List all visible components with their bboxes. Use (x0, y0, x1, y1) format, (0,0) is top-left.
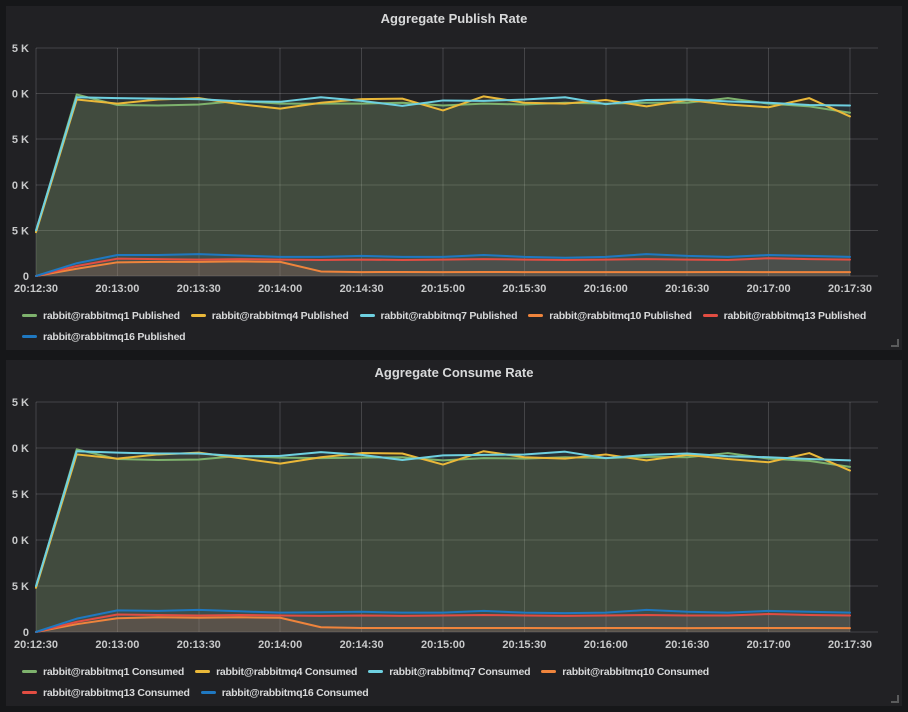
x-axis-tick-label: 20:13:00 (95, 283, 139, 295)
legend-label: rabbit@rabbitmq7 Published (381, 310, 518, 322)
legend-item[interactable]: rabbit@rabbitmq7 Published (360, 305, 518, 326)
y-axis-tick-label: 15 K (12, 134, 29, 146)
x-axis-tick-label: 20:17:30 (828, 283, 872, 295)
x-axis-tick-label: 20:15:00 (421, 639, 465, 651)
y-axis-tick-label: 25 K (12, 43, 29, 55)
series-fills (36, 95, 850, 276)
legend-item[interactable]: rabbit@rabbitmq4 Published (191, 305, 349, 326)
chart-legend: rabbit@rabbitmq1 Consumed rabbit@rabbitmq… (6, 660, 902, 703)
legend-label: rabbit@rabbitmq4 Consumed (216, 666, 357, 678)
grafana-dashboard: { "appearance": { "page_bg": "#161719", … (0, 0, 908, 712)
x-axis-tick-label: 20:14:30 (340, 639, 384, 651)
chart-area: 0 5 K 10 K 15 K 20 K 25 K 20:12:30 20:13:00 20:1… (12, 32, 896, 304)
x-axis-tick-label: 20:17:00 (747, 639, 791, 651)
series-color-swatch (22, 314, 37, 317)
panel-resize-handle-icon[interactable] (891, 339, 899, 347)
series-color-swatch (368, 670, 383, 673)
x-axis-tick-label: 20:13:30 (177, 639, 221, 651)
x-axis-tick-label: 20:16:00 (584, 639, 628, 651)
y-axis-tick-label: 20 K (12, 89, 29, 101)
x-axis-tick-label: 20:17:00 (747, 283, 791, 295)
series-color-swatch (191, 314, 206, 317)
legend-label: rabbit@rabbitmq1 Published (43, 310, 180, 322)
x-axis-tick-label: 20:12:30 (14, 283, 58, 295)
x-axis-tick-label: 20:13:00 (95, 639, 139, 651)
series-color-swatch (22, 691, 37, 694)
legend-label: rabbit@rabbitmq1 Consumed (43, 666, 184, 678)
series-color-swatch (22, 670, 37, 673)
series-color-swatch (360, 314, 375, 317)
series-color-swatch (703, 314, 718, 317)
x-axis-tick-label: 20:13:30 (177, 283, 221, 295)
x-axis-tick-label: 20:15:30 (502, 639, 546, 651)
series-fill (36, 451, 850, 632)
legend-label: rabbit@rabbitmq10 Published (549, 310, 691, 322)
series-color-swatch (528, 314, 543, 317)
y-axis-tick-label: 10 K (12, 535, 29, 547)
legend-label: rabbit@rabbitmq10 Consumed (562, 666, 709, 678)
time-series-chart[interactable]: 0 5 K 10 K 15 K 20 K 25 K 20:12:30 20:13:00 20:1… (12, 32, 896, 304)
x-axis-tick-label: 20:12:30 (14, 639, 58, 651)
legend-item[interactable]: rabbit@rabbitmq10 Published (528, 305, 691, 326)
panel-aggregate-publish-rate: Aggregate Publish Rate 0 5 K 10 K 15 K 20 K 2… (6, 6, 902, 350)
legend-item[interactable]: rabbit@rabbitmq16 Published (22, 326, 185, 347)
legend-item[interactable]: rabbit@rabbitmq1 Published (22, 305, 180, 326)
series-color-swatch (22, 335, 37, 338)
panel-aggregate-consume-rate: Aggregate Consume Rate 0 5 K 10 K 15 K 20 K 2… (6, 360, 902, 706)
legend-label: rabbit@rabbitmq16 Consumed (222, 687, 369, 699)
y-axis-tick-label: 25 K (12, 397, 29, 409)
panel-title[interactable]: Aggregate Publish Rate (6, 6, 902, 32)
x-axis-tick-label: 20:16:00 (584, 283, 628, 295)
legend-label: rabbit@rabbitmq13 Consumed (43, 687, 190, 699)
legend-item[interactable]: rabbit@rabbitmq4 Consumed (195, 661, 357, 682)
x-axis-tick-label: 20:15:30 (502, 283, 546, 295)
legend-label: rabbit@rabbitmq16 Published (43, 331, 185, 343)
legend-item[interactable]: rabbit@rabbitmq10 Consumed (541, 661, 709, 682)
legend-item[interactable]: rabbit@rabbitmq7 Consumed (368, 661, 530, 682)
panel-title[interactable]: Aggregate Consume Rate (6, 360, 902, 386)
y-axis-tick-label: 0 (23, 627, 29, 639)
y-axis-tick-label: 15 K (12, 489, 29, 501)
x-axis-tick-label: 20:16:30 (665, 283, 709, 295)
series-fill (36, 97, 850, 276)
x-axis-tick-label: 20:14:30 (340, 283, 384, 295)
y-axis-tick-label: 20 K (12, 443, 29, 455)
legend-item[interactable]: rabbit@rabbitmq13 Published (703, 305, 866, 326)
panel-resize-handle-icon[interactable] (891, 695, 899, 703)
y-axis-tick-label: 10 K (12, 180, 29, 192)
legend-label: rabbit@rabbitmq4 Published (212, 310, 349, 322)
x-axis-tick-label: 20:17:30 (828, 639, 872, 651)
series-color-swatch (201, 691, 216, 694)
legend-item[interactable]: rabbit@rabbitmq1 Consumed (22, 661, 184, 682)
series-color-swatch (541, 670, 556, 673)
series-fills (36, 449, 850, 632)
y-axis-tick-label: 5 K (12, 225, 29, 237)
x-axis-tick-label: 20:14:00 (258, 639, 302, 651)
y-axis-tick-label: 5 K (12, 581, 29, 593)
legend-label: rabbit@rabbitmq13 Published (724, 310, 866, 322)
legend-item[interactable]: rabbit@rabbitmq13 Consumed (22, 682, 190, 703)
x-axis-tick-label: 20:15:00 (421, 283, 465, 295)
chart-legend: rabbit@rabbitmq1 Published rabbit@rabbitm… (6, 304, 902, 347)
legend-item[interactable]: rabbit@rabbitmq16 Consumed (201, 682, 369, 703)
series-color-swatch (195, 670, 210, 673)
y-axis-tick-label: 0 (23, 271, 29, 283)
x-axis-tick-label: 20:14:00 (258, 283, 302, 295)
legend-label: rabbit@rabbitmq7 Consumed (389, 666, 530, 678)
time-series-chart[interactable]: 0 5 K 10 K 15 K 20 K 25 K 20:12:30 20:13:00 20:1… (12, 386, 896, 660)
chart-area: 0 5 K 10 K 15 K 20 K 25 K 20:12:30 20:13:00 20:1… (12, 386, 896, 660)
x-axis-tick-label: 20:16:30 (665, 639, 709, 651)
